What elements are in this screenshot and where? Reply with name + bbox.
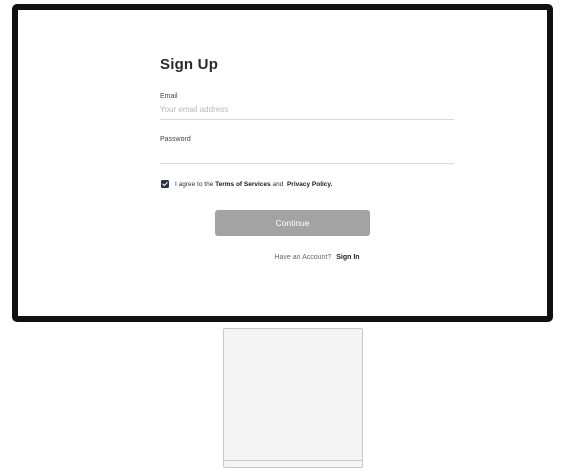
continue-button[interactable]: Continue <box>215 210 370 236</box>
password-input[interactable] <box>160 147 454 164</box>
page-title: Sign Up <box>160 56 219 73</box>
signup-form: Sign Up Email Password I agree to the <box>160 56 454 261</box>
have-account-text: Have an Account? <box>274 254 332 261</box>
sign-in-link[interactable]: Sign In <box>336 254 359 261</box>
scene: Sign Up Email Password I agree to the <box>0 0 569 470</box>
signin-row: Have an Account? Sign In <box>160 254 454 261</box>
agree-checkbox[interactable] <box>161 180 169 188</box>
email-label: Email <box>160 93 178 100</box>
monitor-frame: Sign Up Email Password I agree to the <box>12 4 553 322</box>
terms-of-services-link[interactable]: Terms of Services <box>215 181 271 188</box>
email-field-group: Email <box>160 93 454 120</box>
monitor-stand <box>223 328 363 468</box>
email-input[interactable] <box>160 104 454 120</box>
terms-agreement-row: I agree to the Terms of Services and Pri… <box>160 180 454 188</box>
agree-prefix-text: I agree to the <box>175 180 214 188</box>
password-field-group: Password <box>160 136 454 164</box>
monitor-screen: Sign Up Email Password I agree to the <box>18 10 547 316</box>
agree-and-text: and <box>272 180 284 188</box>
password-label: Password <box>160 136 191 143</box>
privacy-policy-link[interactable]: Privacy Policy. <box>287 181 332 188</box>
checkmark-icon <box>162 182 168 187</box>
monitor-stand-foot <box>224 460 362 461</box>
